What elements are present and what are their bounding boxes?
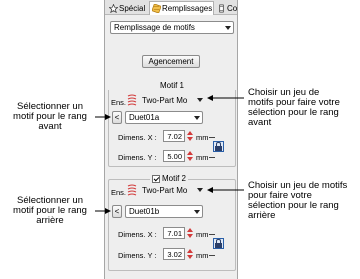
callout-right-bottom: Choisir un jeu de motifs pour faire votr…	[248, 180, 348, 221]
callout-right-top: Choisir un jeu de motifs pour faire votr…	[248, 87, 340, 128]
callout-left-bottom: Sélectionner un motif pour le rang arriè…	[13, 195, 87, 226]
callout-left-top: Sélectionner un motif pour le rang avant	[13, 101, 87, 132]
callout-arrows	[95, 95, 244, 214]
